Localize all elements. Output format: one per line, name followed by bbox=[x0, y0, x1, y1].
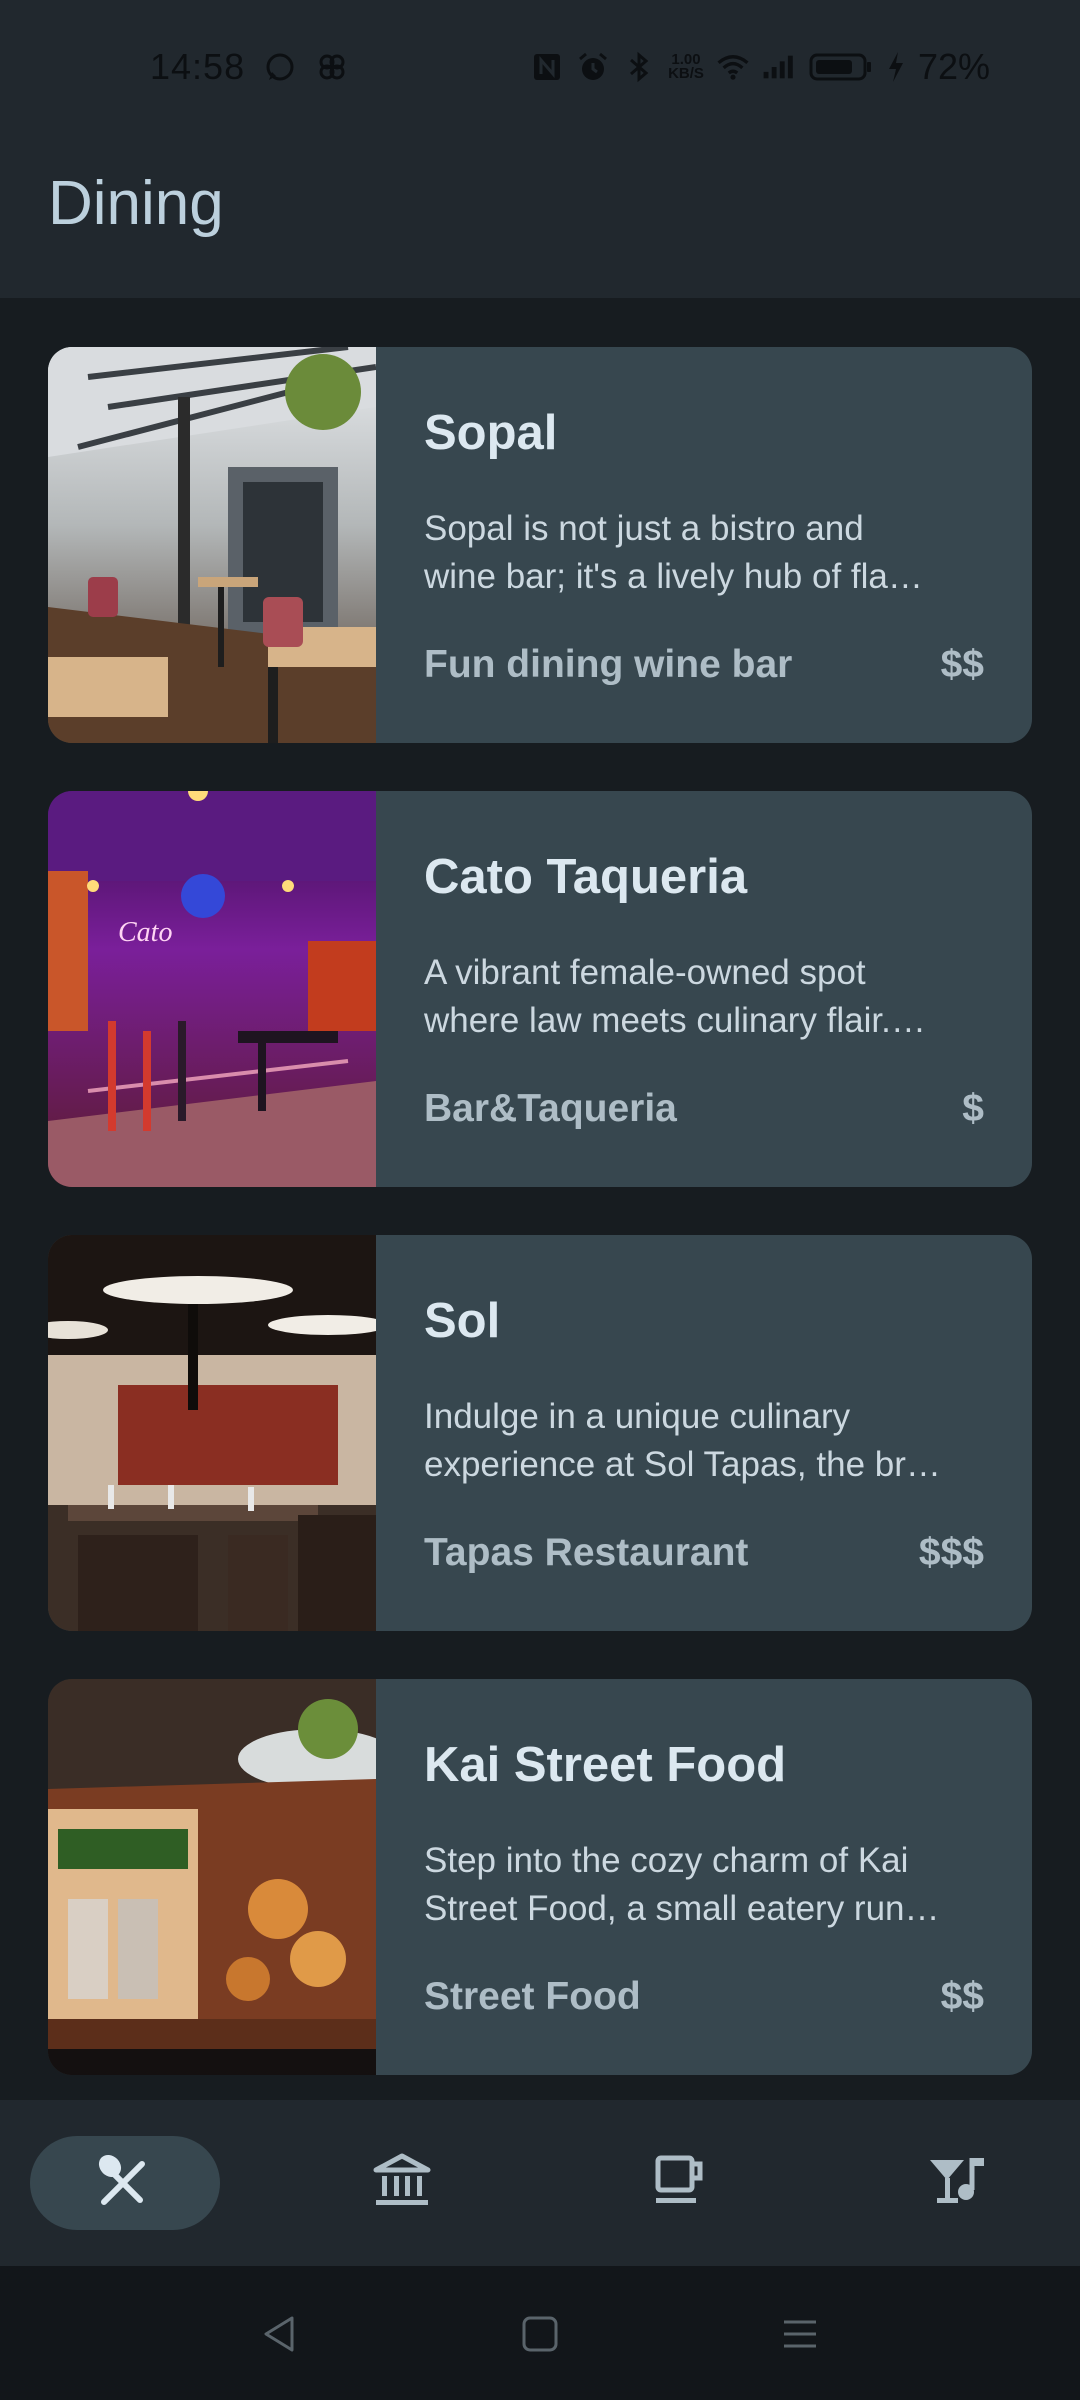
charging-icon bbox=[886, 50, 906, 84]
system-navigation-bar bbox=[0, 2266, 1080, 2400]
app-header: Dining bbox=[0, 140, 1080, 298]
nav-dining[interactable] bbox=[30, 2136, 220, 2230]
home-icon[interactable] bbox=[518, 2312, 562, 2356]
battery-percent: 72% bbox=[917, 46, 990, 87]
restaurant-type: Bar&Taqueria bbox=[424, 1087, 677, 1130]
restaurant-card-kai-street-food[interactable]: Kai Street Food Step into the cozy charm… bbox=[48, 1679, 1032, 2075]
net-speed: 1.00 KB/S bbox=[668, 51, 704, 82]
page-title: Dining bbox=[48, 169, 224, 238]
restaurant-card-cato-taqueria[interactable]: Cato Cato Taqueria A vibrant female-owne… bbox=[48, 791, 1032, 1187]
restaurant-name: Cato Taqueria bbox=[424, 850, 748, 904]
restaurant-type: Street Food bbox=[424, 1975, 641, 2018]
nav-museums[interactable] bbox=[307, 2136, 497, 2230]
restaurant-photo bbox=[48, 1679, 376, 2075]
restaurant-photo: Cato bbox=[48, 791, 376, 1187]
restaurant-description: Indulge in a unique culinary experience … bbox=[424, 1397, 941, 1484]
dining-icon bbox=[96, 2152, 154, 2215]
restaurant-type: Fun dining wine bar bbox=[424, 643, 793, 686]
battery-icon bbox=[808, 50, 874, 84]
restaurant-type: Tapas Restaurant bbox=[424, 1531, 749, 1574]
restaurant-card-sopal[interactable]: Sopal Sopal is not just a bistro and win… bbox=[48, 347, 1032, 743]
cafe-icon bbox=[650, 2152, 710, 2215]
alarm-icon bbox=[576, 50, 610, 84]
nav-nightlife[interactable] bbox=[862, 2136, 1052, 2230]
restaurant-photo bbox=[48, 1235, 376, 1631]
restaurant-description: Step into the cozy charm of Kai Street F… bbox=[424, 1841, 940, 1928]
nightlife-icon bbox=[926, 2152, 988, 2215]
restaurant-name: Sol bbox=[424, 1294, 501, 1348]
restaurant-card-sol[interactable]: Sol Indulge in a unique culinary experie… bbox=[48, 1235, 1032, 1631]
restaurant-list[interactable]: Sopal Sopal is not just a bistro and win… bbox=[0, 298, 1080, 2100]
status-bar: 14:58 1.00 KB/S 72% bbox=[0, 0, 1080, 140]
restaurant-description: Sopal is not just a bistro and wine bar;… bbox=[424, 509, 923, 596]
nfc-icon bbox=[530, 50, 564, 84]
restaurant-name: Kai Street Food bbox=[424, 1738, 787, 1792]
restaurant-description: A vibrant female-owned spot where law me… bbox=[424, 953, 926, 1040]
pinwheel-icon bbox=[315, 50, 349, 84]
nav-cafes[interactable] bbox=[585, 2136, 775, 2230]
recents-menu-icon[interactable] bbox=[778, 2312, 822, 2356]
museum-icon bbox=[372, 2152, 432, 2215]
back-icon[interactable] bbox=[258, 2312, 302, 2356]
signal-icon bbox=[762, 50, 796, 84]
restaurant-price: $$ bbox=[940, 1975, 984, 2018]
restaurant-price: $$ bbox=[940, 643, 984, 686]
bottom-navigation bbox=[0, 2100, 1080, 2266]
restaurant-price: $$$ bbox=[918, 1531, 984, 1574]
restaurant-photo bbox=[48, 347, 376, 743]
bluetooth-icon bbox=[622, 50, 656, 84]
whatsapp-icon bbox=[263, 50, 297, 84]
svg-text:Cato: Cato bbox=[118, 917, 172, 948]
wifi-icon bbox=[716, 50, 750, 84]
status-time: 14:58 bbox=[150, 46, 246, 87]
restaurant-price: $ bbox=[962, 1087, 984, 1130]
restaurant-name: Sopal bbox=[424, 406, 558, 460]
